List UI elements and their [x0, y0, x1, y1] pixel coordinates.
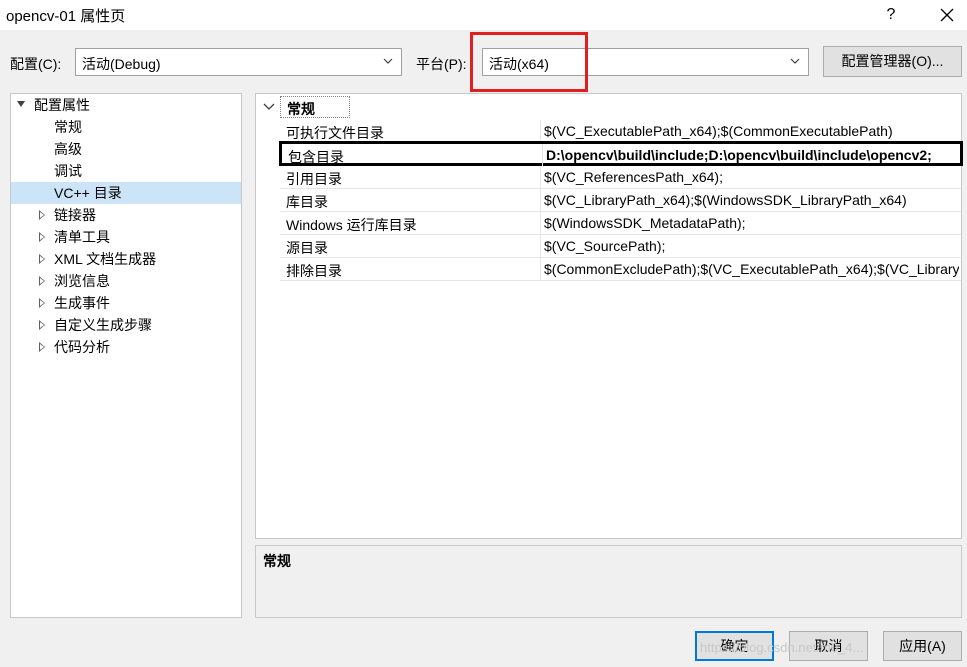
- property-name: 可执行文件目录: [286, 125, 384, 141]
- column-separator: [540, 258, 541, 280]
- window-title: opencv-01 属性页: [6, 8, 126, 25]
- property-value[interactable]: $(WindowsSDK_MetadataPath);: [544, 215, 959, 231]
- section-header-general[interactable]: 常规: [256, 96, 961, 118]
- property-value[interactable]: $(VC_ExecutablePath_x64);$(CommonExecuta…: [544, 123, 959, 139]
- section-title: 常规: [287, 101, 315, 117]
- property-name: 包含目录: [288, 149, 344, 165]
- tree-item-label: 常规: [54, 119, 82, 135]
- column-separator: [540, 120, 541, 142]
- column-separator: [540, 212, 541, 234]
- tree-item-config-properties[interactable]: 配置属性: [11, 94, 241, 116]
- property-value[interactable]: D:\opencv\build\include;D:\opencv\build\…: [546, 147, 961, 163]
- tree-item-label: 高级: [54, 141, 82, 157]
- property-value[interactable]: $(VC_SourcePath);: [544, 238, 959, 254]
- property-value[interactable]: $(VC_LibraryPath_x64);$(WindowsSDK_Libra…: [544, 192, 959, 208]
- apply-button[interactable]: 应用(A): [883, 631, 962, 661]
- tree-item-general[interactable]: 常规: [11, 116, 241, 138]
- grid-row-source-dirs[interactable]: 源目录 $(VC_SourcePath);: [280, 235, 961, 258]
- tree-item-debugging[interactable]: 调试: [11, 160, 241, 182]
- tree-item-label: 清单工具: [54, 229, 110, 245]
- config-manager-button[interactable]: 配置管理器(O)...: [823, 46, 962, 77]
- config-dropdown-value: 活动(Debug): [82, 56, 161, 72]
- collapsed-arrow-icon: [39, 210, 45, 220]
- collapsed-arrow-icon: [39, 342, 45, 352]
- tree-item-label: 链接器: [54, 207, 96, 223]
- tree-item-custom-build-step[interactable]: 自定义生成步骤: [11, 314, 241, 336]
- description-panel: 常规: [255, 545, 962, 618]
- collapsed-arrow-icon: [39, 254, 45, 264]
- property-grid: 常规 可执行文件目录 $(VC_ExecutablePath_x64);$(Co…: [255, 93, 963, 539]
- expanded-arrow-icon: [17, 101, 25, 107]
- column-separator: [540, 189, 541, 211]
- property-name: 引用目录: [286, 171, 342, 187]
- property-name: Windows 运行库目录: [286, 217, 417, 233]
- tree-item-label: 自定义生成步骤: [54, 317, 152, 333]
- tree-item-label: XML 文档生成器: [54, 251, 157, 267]
- property-name: 源目录: [286, 240, 328, 256]
- tree-item-label: 调试: [54, 163, 82, 179]
- collapsed-arrow-icon: [39, 232, 45, 242]
- tree-item-label: 代码分析: [54, 339, 110, 355]
- tree-item-build-events[interactable]: 生成事件: [11, 292, 241, 314]
- collapsed-arrow-icon: [39, 298, 45, 308]
- column-separator: [540, 235, 541, 257]
- tree-item-advanced[interactable]: 高级: [11, 138, 241, 160]
- collapsed-arrow-icon: [39, 276, 45, 286]
- tree-item-vc-directories[interactable]: VC++ 目录: [11, 182, 241, 204]
- column-separator: [542, 144, 543, 166]
- tree-item-manifest-tool[interactable]: 清单工具: [11, 226, 241, 248]
- tree-item-linker[interactable]: 链接器: [11, 204, 241, 226]
- property-value[interactable]: $(VC_ReferencesPath_x64);: [544, 169, 959, 185]
- description-title: 常规: [263, 553, 291, 569]
- grid-row-library-dirs[interactable]: 库目录 $(VC_LibraryPath_x64);$(WindowsSDK_L…: [280, 189, 961, 212]
- property-value[interactable]: $(CommonExcludePath);$(VC_ExecutablePath…: [544, 261, 959, 277]
- tree-item-label: 浏览信息: [54, 273, 110, 289]
- help-button[interactable]: ?: [878, 2, 904, 28]
- collapsed-arrow-icon: [39, 320, 45, 330]
- tree-item-label: VC++ 目录: [54, 185, 122, 201]
- tree-item-label: 配置属性: [34, 97, 90, 113]
- tree-item-browse-info[interactable]: 浏览信息: [11, 270, 241, 292]
- watermark: https://blog.csdn.net/m0_4...: [700, 640, 864, 655]
- column-separator: [540, 166, 541, 188]
- annotation-highlight-box: [470, 32, 588, 92]
- title-bar: opencv-01 属性页 ?: [0, 0, 967, 30]
- grid-row-reference-dirs[interactable]: 引用目录 $(VC_ReferencesPath_x64);: [280, 166, 961, 189]
- property-name: 排除目录: [286, 263, 342, 279]
- grid-row-executable-dirs[interactable]: 可执行文件目录 $(VC_ExecutablePath_x64);$(Commo…: [280, 120, 961, 143]
- config-label: 配置(C):: [10, 56, 62, 72]
- tree-item-xml-doc-generator[interactable]: XML 文档生成器: [11, 248, 241, 270]
- grid-row-winrt-dirs[interactable]: Windows 运行库目录 $(WindowsSDK_MetadataPath)…: [280, 212, 961, 235]
- close-button[interactable]: [930, 2, 964, 28]
- section-title-box: 常规: [280, 96, 350, 118]
- property-tree: 配置属性 常规 高级 调试 VC++ 目录 链接器 清单工具 XML 文档生成器…: [10, 93, 242, 618]
- grid-row-exclude-dirs[interactable]: 排除目录 $(CommonExcludePath);$(VC_Executabl…: [280, 258, 961, 281]
- grid-row-include-dirs[interactable]: 包含目录 D:\opencv\build\include;D:\opencv\b…: [279, 141, 963, 166]
- tree-item-code-analysis[interactable]: 代码分析: [11, 336, 241, 358]
- platform-label: 平台(P):: [416, 56, 467, 72]
- chevron-down-icon: [383, 58, 393, 64]
- chevron-down-icon: [790, 58, 800, 64]
- tree-item-label: 生成事件: [54, 295, 110, 311]
- config-dropdown[interactable]: 活动(Debug): [75, 48, 402, 76]
- chevron-down-icon: [263, 103, 275, 110]
- close-icon: [940, 8, 954, 22]
- property-name: 库目录: [286, 194, 328, 210]
